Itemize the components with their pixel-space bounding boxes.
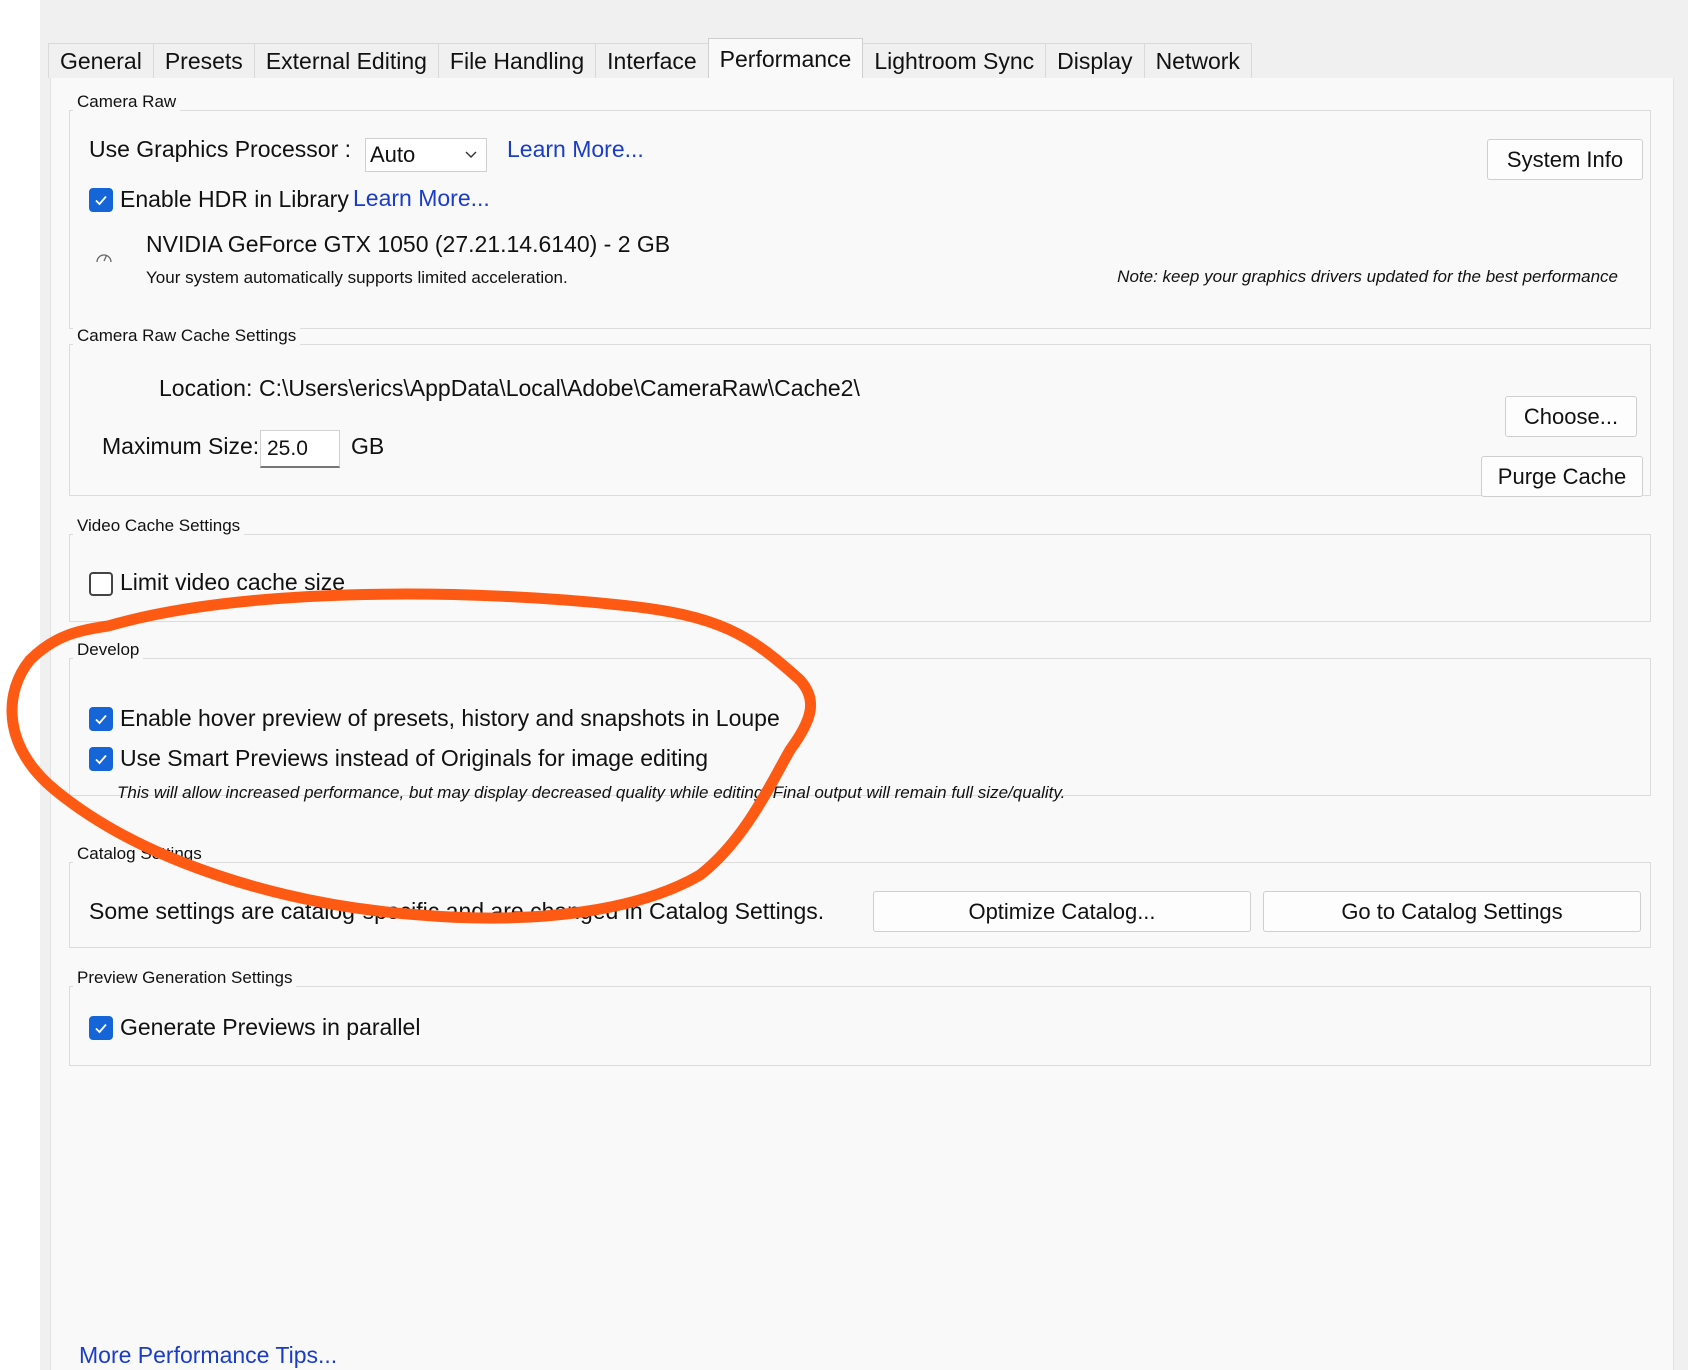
- gpu-select[interactable]: Auto: [365, 138, 487, 172]
- smart-previews-note: This will allow increased performance, b…: [117, 783, 1066, 802]
- tab-presets[interactable]: Presets: [152, 43, 255, 78]
- purge-cache-button[interactable]: Purge Cache: [1481, 456, 1643, 497]
- hdr-label: Enable HDR in Library: [120, 186, 349, 212]
- chevron-down-icon: [464, 144, 478, 170]
- more-performance-tips-link[interactable]: More Performance Tips...: [79, 1342, 337, 1369]
- gauge-icon: [95, 250, 113, 269]
- max-size-unit: GB: [351, 433, 385, 459]
- driver-note: Note: keep your graphics drivers updated…: [1117, 267, 1618, 286]
- system-info-button[interactable]: System Info: [1487, 139, 1643, 180]
- preview-legend: Preview Generation Settings: [73, 968, 297, 988]
- hover-preview-label: Enable hover preview of presets, history…: [120, 705, 780, 731]
- catalog-text: Some settings are catalog-specific and a…: [89, 898, 825, 924]
- performance-panel: Camera Raw Use Graphics Processor : Auto…: [50, 78, 1674, 1370]
- gpu-label: Use Graphics Processor :: [89, 136, 352, 162]
- video-cache-legend: Video Cache Settings: [73, 516, 245, 536]
- optimize-catalog-button[interactable]: Optimize Catalog...: [873, 891, 1251, 932]
- check-icon: [95, 195, 107, 206]
- parallel-previews-label: Generate Previews in parallel: [120, 1014, 421, 1040]
- preferences-tabs: General Presets External Editing File Ha…: [48, 38, 1252, 79]
- limit-video-cache-label: Limit video cache size: [120, 569, 345, 595]
- tab-network[interactable]: Network: [1143, 43, 1252, 78]
- camera-raw-legend: Camera Raw: [73, 92, 181, 112]
- location-value: C:\Users\erics\AppData\Local\Adobe\Camer…: [259, 375, 860, 401]
- max-size-label: Maximum Size:: [102, 433, 260, 459]
- hdr-checkbox[interactable]: [89, 188, 113, 212]
- check-icon: [95, 714, 107, 725]
- tab-file-handling[interactable]: File Handling: [437, 43, 597, 78]
- tab-general[interactable]: General: [48, 43, 154, 78]
- cache-group: [69, 344, 1651, 496]
- smart-previews-checkbox[interactable]: [89, 747, 113, 771]
- gpu-name: NVIDIA GeForce GTX 1050 (27.21.14.6140) …: [146, 231, 671, 257]
- check-icon: [95, 1023, 107, 1034]
- cache-legend: Camera Raw Cache Settings: [73, 326, 301, 346]
- tab-lightroom-sync[interactable]: Lightroom Sync: [862, 43, 1047, 78]
- tab-interface[interactable]: Interface: [595, 43, 709, 78]
- go-to-catalog-settings-button[interactable]: Go to Catalog Settings: [1263, 891, 1641, 932]
- develop-legend: Develop: [73, 640, 144, 660]
- smart-previews-label: Use Smart Previews instead of Originals …: [120, 745, 709, 771]
- parallel-previews-checkbox[interactable]: [89, 1016, 113, 1040]
- location-label: Location:: [159, 375, 253, 401]
- learn-more-hdr-link[interactable]: Learn More...: [353, 185, 490, 212]
- hover-preview-checkbox[interactable]: [89, 707, 113, 731]
- limit-video-cache-checkbox[interactable]: [89, 572, 113, 596]
- tab-display[interactable]: Display: [1045, 43, 1145, 78]
- gpu-select-value: Auto: [370, 142, 416, 167]
- max-size-input[interactable]: 25.0: [260, 430, 340, 468]
- check-icon: [95, 754, 107, 765]
- catalog-legend: Catalog Settings: [73, 844, 206, 864]
- gpu-status: Your system automatically supports limit…: [146, 268, 568, 287]
- learn-more-gpu-link[interactable]: Learn More...: [507, 136, 644, 163]
- tab-external-editing[interactable]: External Editing: [253, 43, 439, 78]
- tab-performance[interactable]: Performance: [707, 38, 864, 79]
- choose-button[interactable]: Choose...: [1505, 396, 1637, 437]
